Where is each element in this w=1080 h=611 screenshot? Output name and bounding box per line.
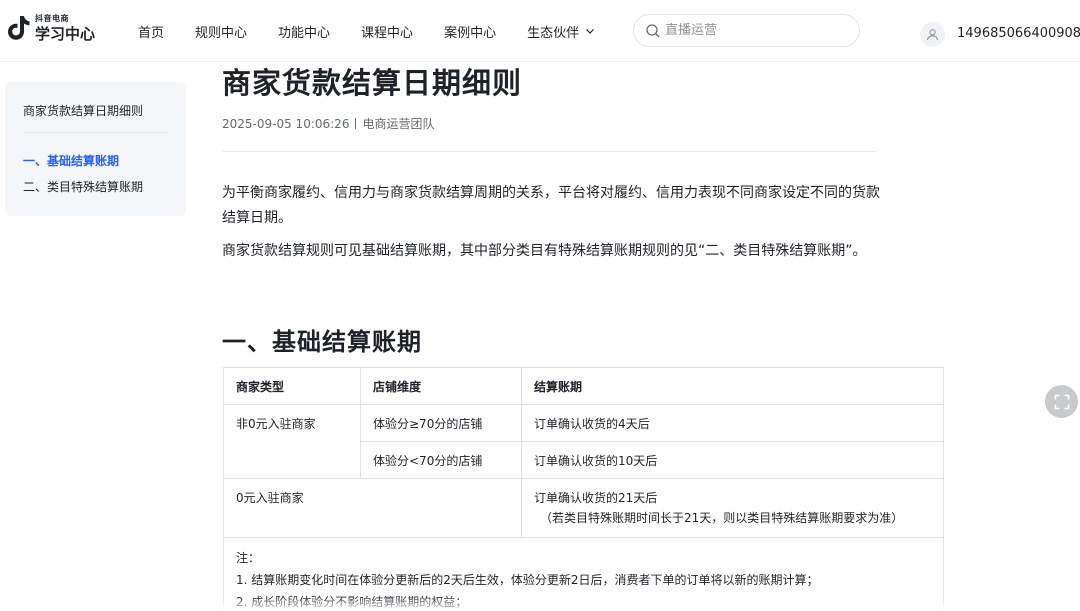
settlement-table: 商家类型 店铺维度 结算账期 非0元入驻商家 体验分≥70分的店铺 订单确认收货…: [223, 367, 944, 611]
author: 电商运营团队: [362, 117, 435, 131]
fullscreen-button[interactable]: [1045, 385, 1078, 418]
publish-date: 2025-09-05 10:06:26: [222, 117, 350, 131]
toc-item-category-settlement[interactable]: 二、类目特殊结算账期: [23, 178, 143, 195]
toc-divider: [23, 132, 168, 133]
nav-course-center[interactable]: 课程中心: [361, 22, 413, 41]
bottom-fade: [0, 596, 1080, 611]
search-icon: [646, 23, 660, 37]
table-row: 0元入驻商家 订单确认收货的21天后 （若类目特殊账期时间长于21天，则以类目特…: [223, 478, 944, 538]
tiktok-logo-icon: [8, 16, 30, 40]
nav-ecosystem-label: 生态伙伴: [527, 25, 580, 41]
main-nav: 首页 规则中心 功能中心 课程中心 案例中心 生态伙伴: [138, 0, 626, 62]
settlement-period-note: （若类目特殊账期时间长于21天，则以类目特殊结算账期要求为准）: [540, 511, 904, 525]
fullscreen-icon: [1054, 394, 1069, 409]
meta-divider: [355, 118, 357, 129]
table-header-settlement-period: 结算账期: [521, 367, 944, 405]
toc-item-basic-settlement[interactable]: 一、基础结算账期: [23, 152, 119, 169]
table-row: 非0元入驻商家 体验分≥70分的店铺 订单确认收货的4天后: [223, 404, 944, 479]
logo-title: 学习中心: [35, 25, 96, 43]
user-icon: [926, 29, 939, 41]
search-box[interactable]: [633, 14, 860, 47]
nav-ecosystem-partners[interactable]: 生态伙伴: [527, 22, 595, 41]
intro-paragraph-2: 商家货款结算规则可见基础结算账期，其中部分类目有特殊结算账期规则的见“二、类目特…: [222, 243, 867, 259]
notes-title: 注：: [236, 551, 261, 565]
nav-feature-center[interactable]: 功能中心: [278, 22, 330, 41]
table-cell: 0元入驻商家: [223, 478, 522, 538]
table-header-merchant-type: 商家类型: [223, 367, 361, 405]
table-cell: 订单确认收货的4天后: [521, 404, 944, 442]
table-of-contents: 商家货款结算日期细则 一、基础结算账期 二、类目特殊结算账期: [5, 82, 186, 216]
top-header: 抖音电商 学习中心 首页 规则中心 功能中心 课程中心 案例中心 生态伙伴 14…: [0, 0, 1080, 62]
avatar[interactable]: [920, 22, 945, 47]
table-cell: 非0元入驻商家: [223, 404, 361, 479]
logo[interactable]: 抖音电商 学习中心: [4, 12, 96, 44]
toc-title: 商家货款结算日期细则: [23, 104, 144, 118]
table-cell: 体验分≥70分的店铺: [360, 404, 522, 442]
section-heading-basic-settlement: 一、基础结算账期: [222, 328, 422, 356]
chevron-down-icon: [586, 29, 595, 34]
table-cell: 体验分<70分的店铺: [360, 441, 522, 479]
table-header-row: 商家类型 店铺维度 结算账期: [223, 367, 944, 405]
nav-home[interactable]: 首页: [138, 22, 164, 41]
article-meta: 2025-09-05 10:06:26 电商运营团队: [222, 115, 434, 132]
page-title: 商家货款结算日期细则: [222, 66, 523, 100]
settlement-period-text: 订单确认收货的21天后: [534, 491, 658, 505]
nav-rules-center[interactable]: 规则中心: [195, 22, 247, 41]
table-header-store-dimension: 店铺维度: [360, 367, 522, 405]
username[interactable]: 1496850664009082: [957, 26, 1080, 41]
intro-paragraph-1: 为平衡商家履约、信用力与商家货款结算周期的关系，平台将对履约、信用力表现不同商家…: [222, 185, 880, 226]
note-item: 1. 结算账期变化时间在体验分更新后的2天后生效，体验分更新2日后，消费者下单的…: [236, 573, 819, 587]
title-divider: [222, 151, 876, 152]
table-cell: 订单确认收货的10天后: [521, 441, 944, 479]
search-input[interactable]: [665, 23, 845, 38]
nav-case-center[interactable]: 案例中心: [444, 22, 496, 41]
table-cell: 订单确认收货的21天后 （若类目特殊账期时间长于21天，则以类目特殊结算账期要求…: [521, 478, 944, 538]
